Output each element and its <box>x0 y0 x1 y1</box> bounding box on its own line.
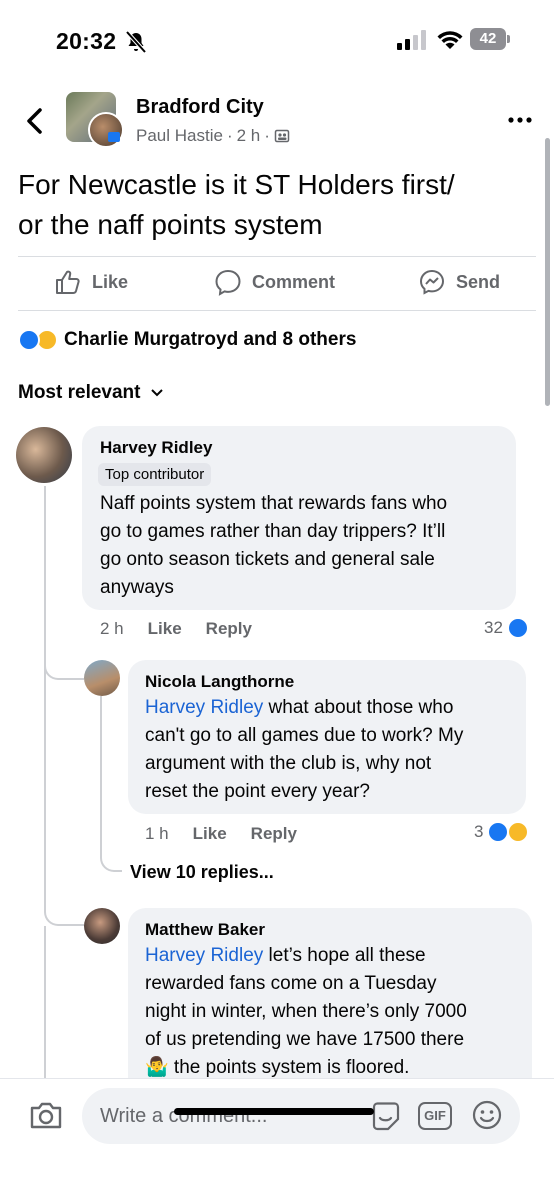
like-reaction-icon <box>18 329 40 351</box>
commenter-avatar[interactable] <box>16 427 72 483</box>
bell-slash-icon <box>125 30 147 54</box>
haha-reaction-icon <box>507 821 530 843</box>
battery-icon: 42 <box>470 28 510 50</box>
thread-connector <box>44 630 84 680</box>
thread-connector <box>100 836 122 872</box>
chevron-down-icon <box>151 389 164 397</box>
home-indicator[interactable] <box>174 1108 374 1115</box>
comment-button[interactable]: Comment <box>214 268 335 296</box>
reaction-count: 32 <box>484 618 503 637</box>
send-label: Send <box>456 271 501 292</box>
comment-actions: 2 h Like Reply <box>100 619 252 639</box>
post-text-line-2: or the naff points system <box>18 209 323 240</box>
comment-like-button[interactable]: Like <box>148 619 182 639</box>
comment-bubble-icon <box>215 269 241 296</box>
status-time: 20:32 <box>56 28 117 54</box>
reactions-text: Charlie Murgatroyd and 8 others <box>64 329 357 350</box>
comment-line: anyways <box>100 577 174 598</box>
emoji-icon[interactable] <box>471 1099 503 1131</box>
comment-line: reset the point every year? <box>145 781 370 802</box>
comment-line: let’s hope all these <box>263 945 426 966</box>
commenter-name[interactable]: Harvey Ridley <box>100 438 212 458</box>
comment-line: night in winter, when there’s only 7000 <box>145 1001 467 1022</box>
divider <box>18 256 536 257</box>
comment-line: of us pretending we have 17500 there <box>145 1029 465 1050</box>
thread-connector <box>44 888 84 926</box>
comment-time: 2 h <box>100 619 124 638</box>
comment-line: go to games rather than day trippers? It… <box>100 521 446 542</box>
like-reaction-icon <box>487 821 510 843</box>
comment-text: Harvey Ridley let’s hope all these rewar… <box>145 942 530 1082</box>
thread-line <box>100 696 102 836</box>
more-options-icon[interactable] <box>506 110 534 130</box>
comment-line: Naff points system that rewards fans who <box>100 493 448 514</box>
author-name[interactable]: Paul Hastie <box>136 126 223 146</box>
comment-label: Comment <box>252 271 336 292</box>
meta-separator: · <box>226 126 233 145</box>
comment-line: what about those who <box>263 697 454 718</box>
comment-actions: 1 h Like Reply <box>145 824 297 844</box>
post-text: For Newcastle is it ST Holders first/ or… <box>18 165 538 245</box>
send-button[interactable]: Send <box>418 268 500 296</box>
like-label: Like <box>92 271 129 292</box>
comment-text: Naff points system that rewards fans who… <box>100 490 510 602</box>
comment-reaction-count[interactable]: 32 <box>484 617 529 639</box>
comment-like-button[interactable]: Like <box>193 824 227 844</box>
thread-line <box>44 486 46 906</box>
mention-link[interactable]: Harvey Ridley <box>145 697 263 718</box>
back-arrow-icon[interactable] <box>20 104 48 138</box>
mention-link[interactable]: Harvey Ridley <box>145 945 263 966</box>
camera-icon[interactable] <box>28 1099 64 1131</box>
gif-button[interactable]: GIF <box>418 1102 452 1130</box>
divider <box>18 310 536 311</box>
post-age: 2 h <box>236 126 261 145</box>
comment-reply-button[interactable]: Reply <box>206 619 252 639</box>
comment-input[interactable] <box>82 1088 520 1144</box>
commenter-name[interactable]: Nicola Langthorne <box>145 672 294 692</box>
group-name[interactable]: Bradford City <box>136 96 264 119</box>
battery-level: 42 <box>479 30 497 47</box>
sort-label: Most relevant <box>18 382 141 403</box>
post-text-line-1: For Newcastle is it ST Holders first/ <box>18 169 455 200</box>
comment-reply-button[interactable]: Reply <box>251 824 297 844</box>
meta-separator-2: · <box>264 126 270 145</box>
thread-line <box>44 926 46 1078</box>
view-more-replies-link[interactable]: View 10 replies... <box>130 862 274 883</box>
sort-dropdown[interactable]: Most relevant <box>18 382 164 404</box>
comment-line: can't go to all games due to work? My <box>145 725 464 746</box>
comment-line: argument with the club is, why not <box>145 753 432 774</box>
comment-text: Harvey Ridley what about those who can't… <box>145 694 525 806</box>
commenter-avatar[interactable] <box>84 660 120 696</box>
wifi-icon <box>437 31 463 49</box>
group-members-icon <box>274 129 290 143</box>
top-contributor-badge: Top contributor <box>98 463 212 486</box>
commenter-avatar[interactable] <box>84 908 120 944</box>
like-button[interactable]: Like <box>54 268 128 296</box>
comment-composer: GIF <box>0 1078 554 1200</box>
author-avatar[interactable] <box>88 112 124 148</box>
commenter-name[interactable]: Matthew Baker <box>145 920 265 940</box>
reaction-count: 3 <box>474 822 484 841</box>
comment-time: 1 h <box>145 824 169 843</box>
reaction-summary[interactable]: Charlie Murgatroyd and 8 others <box>18 328 356 352</box>
comment-line: go onto season tickets and general sale <box>100 549 435 570</box>
signal-icon <box>397 30 426 50</box>
status-bar: 20:32 42 <box>0 0 554 80</box>
thumbs-up-icon <box>56 270 80 294</box>
messenger-icon <box>419 269 445 295</box>
sticker-icon[interactable] <box>370 1101 402 1131</box>
like-reaction-icon <box>506 617 529 639</box>
post-action-bar: Like Comment Send <box>0 262 554 306</box>
post-meta: Paul Hastie · 2 h · <box>136 126 290 146</box>
comment-reaction-count[interactable]: 3 <box>474 821 530 843</box>
comment-line: rewarded fans come on a Tuesday <box>145 973 437 994</box>
